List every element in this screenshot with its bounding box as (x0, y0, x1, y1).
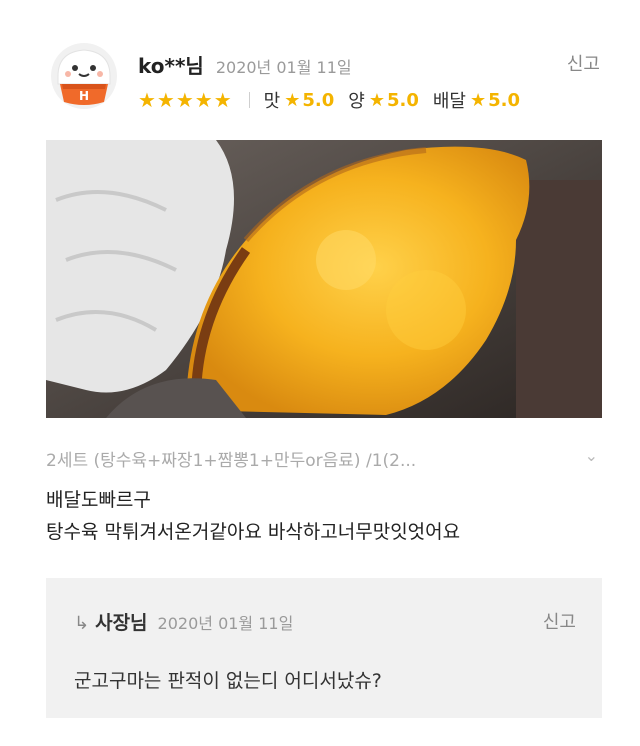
rating-taste: 맛 ★ 5.0 (264, 87, 335, 113)
rating-label: 맛 (263, 91, 281, 112)
rating-delivery: 배달 ★ 5.0 (433, 87, 520, 113)
reviewer-name[interactable]: ko**님 (138, 50, 204, 79)
star-rating: ★★★★★ (138, 88, 233, 112)
review-text-line: 배달도빠르구 (46, 489, 151, 511)
reply-report-button[interactable]: 신고 (543, 608, 576, 634)
review-text: 배달도빠르구 탕수육 막튀겨서온거같아요 바삭하고너무맛잇엇어요 (46, 484, 460, 548)
divider (248, 92, 250, 108)
order-menu[interactable]: 2세트 (탕수육+짜장1+짬뽕1+만두or음료) /1(2... ⌄ (46, 446, 602, 471)
rating-value: 5.0 (488, 89, 520, 111)
star-icon: ★ (284, 89, 301, 111)
rating-value: 5.0 (386, 89, 419, 111)
report-button[interactable]: 신고 (567, 50, 600, 76)
avatar-letter: H (79, 89, 89, 103)
rating-value: 5.0 (302, 89, 335, 111)
star-icon: ★ (469, 89, 487, 111)
owner-reply: ↳ 사장님 2020년 01월 11일 신고 군고구마는 판적이 없는디 어디서… (46, 578, 602, 718)
star-icon: ★ (368, 89, 385, 111)
review-photo[interactable] (46, 140, 602, 418)
reply-text: 군고구마는 판적이 없는디 어디서났슈? (74, 670, 382, 692)
rating-quantity: 양 ★ 5.0 (348, 87, 419, 113)
order-menu-text: 2세트 (탕수육+짜장1+짬뽕1+만두or음료) /1(2... (46, 451, 417, 471)
review-text-line: 탕수육 막튀겨서온거같아요 바삭하고너무맛잇엇어요 (46, 521, 461, 543)
rating-label: 양 (348, 91, 365, 112)
reply-author: 사장님 (95, 612, 148, 634)
rating-row: ★★★★★ 맛 ★ 5.0 양 ★ 5.0 배달 ★ 5.0 (138, 87, 534, 113)
reply-arrow-icon: ↳ (74, 613, 90, 634)
chevron-down-icon[interactable]: ⌄ (585, 446, 598, 471)
review-header: ko**님 2020년 01월 11일 (138, 50, 352, 79)
reply-header: ↳ 사장님 2020년 01월 11일 (74, 608, 293, 635)
rating-label: 배달 (432, 91, 466, 112)
reply-date: 2020년 01월 11일 (157, 614, 294, 633)
avatar: H (48, 40, 120, 112)
review-date: 2020년 01월 11일 (215, 58, 352, 77)
